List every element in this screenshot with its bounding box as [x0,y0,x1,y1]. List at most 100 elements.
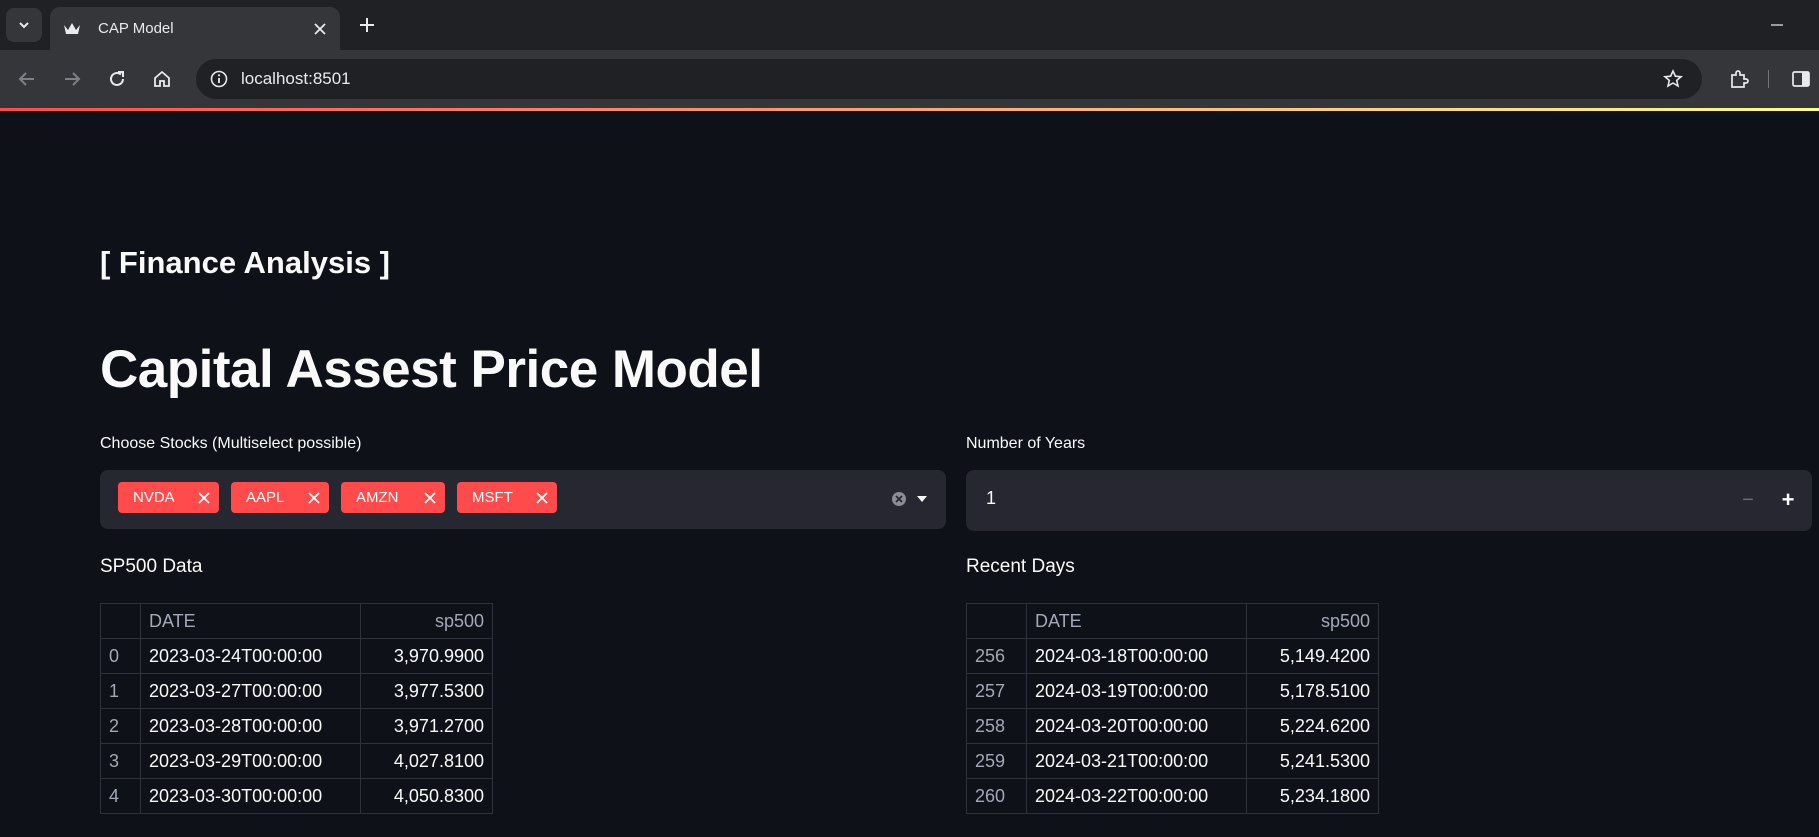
sp500-cell[interactable]: 4,050.8300 [360,778,493,814]
puzzle-icon [1731,70,1749,88]
recent-days-heading: Recent Days [966,556,1075,577]
side-panel-button[interactable] [1784,62,1818,96]
index-header [966,603,1027,639]
plus-icon: + [1781,487,1795,512]
browser-tab[interactable]: CAP Model [50,7,340,50]
table-row: 3 2023-03-29T00:00:00 4,027.8100 [100,743,493,779]
tab-search-button[interactable] [6,8,42,42]
sp500-data-heading: SP500 Data [100,556,203,577]
streamlit-crown-icon [62,19,82,39]
date-header[interactable]: DATE [1026,603,1247,639]
stock-chip-label: MSFT [472,489,513,506]
tab-title: CAP Model [98,20,174,37]
address-bar[interactable]: localhost:8501 [196,59,1702,99]
table-row: 260 2024-03-22T00:00:00 5,234.1800 [966,778,1379,814]
increment-button[interactable]: + [1766,480,1810,520]
tab-close-icon[interactable] [306,15,334,43]
chevron-down-icon [19,22,29,29]
row-index: 256 [966,638,1027,674]
stock-chip[interactable]: AMZN [341,482,445,513]
stock-chip[interactable]: AAPL [231,482,329,513]
clear-all-icon[interactable] [888,488,910,510]
table-row: 257 2024-03-19T00:00:00 5,178.5100 [966,673,1379,709]
table-header-row: DATE sp500 [100,603,493,639]
remove-chip-icon[interactable] [191,485,217,511]
table-row: 258 2024-03-20T00:00:00 5,224.6200 [966,708,1379,744]
date-cell[interactable]: 2024-03-22T00:00:00 [1026,778,1247,814]
stock-chip[interactable]: NVDA [118,482,219,513]
date-cell[interactable]: 2024-03-21T00:00:00 [1026,743,1247,779]
date-cell[interactable]: 2023-03-24T00:00:00 [140,638,361,674]
table-row: 256 2024-03-18T00:00:00 5,149.4200 [966,638,1379,674]
recent-days-dataframe[interactable]: DATE sp500 256 2024-03-18T00:00:00 5,149… [966,603,1379,814]
bookmark-star-icon[interactable] [1660,66,1686,92]
stock-chip-label: NVDA [133,489,175,506]
remove-chip-icon[interactable] [301,485,327,511]
home-button[interactable] [145,62,179,96]
date-cell[interactable]: 2024-03-18T00:00:00 [1026,638,1247,674]
row-index: 4 [100,778,141,814]
stock-chip[interactable]: MSFT [457,482,557,513]
browser-tab-bar: CAP Model [0,0,1819,50]
years-value[interactable]: 1 [986,488,996,509]
sp500-header[interactable]: sp500 [360,603,493,639]
arrow-right-icon [65,72,81,86]
app-main: [ Finance Analysis ] Capital Assest Pric… [0,111,1819,837]
years-input-label: Number of Years [966,435,1086,452]
browser-toolbar: localhost:8501 [0,50,1819,108]
row-index: 0 [100,638,141,674]
date-cell[interactable]: 2024-03-20T00:00:00 [1026,708,1247,744]
sp500-cell[interactable]: 5,224.6200 [1246,708,1379,744]
extensions-button[interactable] [1722,62,1756,96]
arrow-left-icon [18,72,34,86]
back-button[interactable] [10,62,44,96]
sp500-dataframe[interactable]: DATE sp500 0 2023-03-24T00:00:00 3,970.9… [100,603,493,814]
date-header[interactable]: DATE [140,603,361,639]
reload-icon [110,71,124,86]
new-tab-button[interactable] [352,10,382,40]
sp500-cell[interactable]: 3,977.5300 [360,673,493,709]
site-info-icon[interactable] [206,66,232,92]
reload-button[interactable] [100,62,134,96]
row-index: 257 [966,673,1027,709]
remove-chip-icon[interactable] [529,485,555,511]
table-row: 4 2023-03-30T00:00:00 4,050.8300 [100,778,493,814]
table-row: 0 2023-03-24T00:00:00 3,970.9900 [100,638,493,674]
row-index: 259 [966,743,1027,779]
index-header [100,603,141,639]
page-title: Capital Assest Price Model [100,340,763,399]
side-panel-icon [1792,71,1810,87]
minus-icon: − [1742,488,1754,511]
row-index: 1 [100,673,141,709]
date-cell[interactable]: 2023-03-29T00:00:00 [140,743,361,779]
date-cell[interactable]: 2023-03-28T00:00:00 [140,708,361,744]
table-row: 1 2023-03-27T00:00:00 3,977.5300 [100,673,493,709]
years-number-input[interactable]: 1 − + [966,470,1812,531]
sp500-cell[interactable]: 4,027.8100 [360,743,493,779]
row-index: 3 [100,743,141,779]
window-minimize-button[interactable] [1762,10,1792,40]
sp500-cell[interactable]: 5,234.1800 [1246,778,1379,814]
sp500-header[interactable]: sp500 [1246,603,1379,639]
stocks-multiselect[interactable]: NVDA AAPL AMZN MSFT [100,470,946,529]
stocks-select-label: Choose Stocks (Multiselect possible) [100,435,362,452]
date-cell[interactable]: 2023-03-30T00:00:00 [140,778,361,814]
plus-icon [360,18,374,32]
forward-button[interactable] [55,62,89,96]
remove-chip-icon[interactable] [417,485,443,511]
decrement-button[interactable]: − [1726,480,1770,520]
row-index: 260 [966,778,1027,814]
table-row: 259 2024-03-21T00:00:00 5,241.5300 [966,743,1379,779]
sp500-cell[interactable]: 5,241.5300 [1246,743,1379,779]
table-row: 2 2023-03-28T00:00:00 3,971.2700 [100,708,493,744]
stock-chip-label: AAPL [246,489,285,506]
minimize-icon [1771,24,1783,26]
sp500-cell[interactable]: 3,970.9900 [360,638,493,674]
sp500-cell[interactable]: 5,178.5100 [1246,673,1379,709]
date-cell[interactable]: 2023-03-27T00:00:00 [140,673,361,709]
home-icon [154,70,170,87]
dropdown-arrow-icon[interactable] [910,488,934,510]
sp500-cell[interactable]: 3,971.2700 [360,708,493,744]
sp500-cell[interactable]: 5,149.4200 [1246,638,1379,674]
date-cell[interactable]: 2024-03-19T00:00:00 [1026,673,1247,709]
